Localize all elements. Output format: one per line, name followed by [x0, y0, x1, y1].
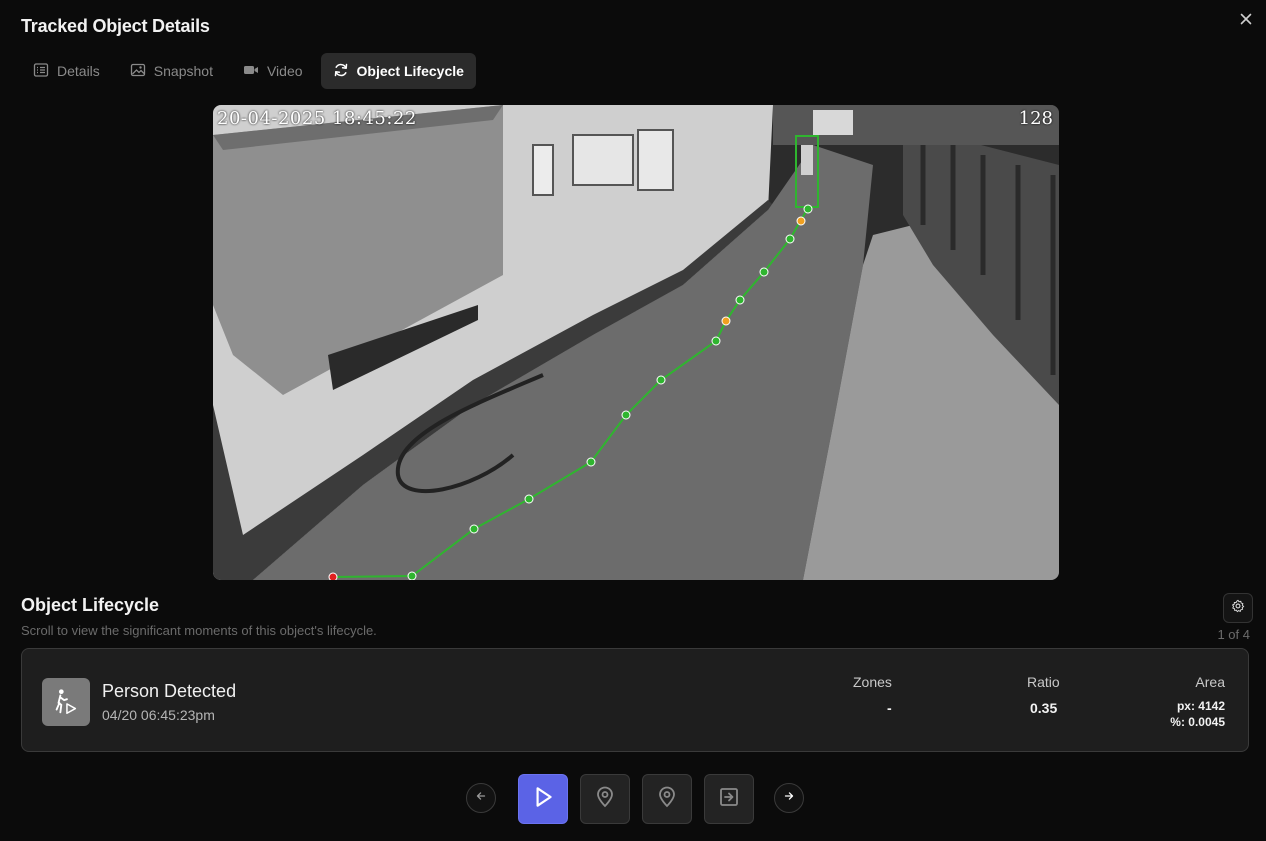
previous-button[interactable]: [466, 783, 496, 813]
tab-snapshot[interactable]: Snapshot: [118, 53, 225, 89]
ratio-value: 0.35: [1030, 700, 1058, 716]
play-icon: [530, 784, 556, 815]
event-time: 04/20 06:45:23pm: [102, 707, 215, 723]
ratio-label: Ratio: [1027, 674, 1060, 690]
tab-details[interactable]: Details: [21, 53, 112, 89]
area-label: Area: [1195, 674, 1225, 690]
tab-label: Details: [57, 63, 100, 79]
lifecycle-title: Object Lifecycle: [21, 595, 160, 615]
step-exit-button[interactable]: [704, 774, 754, 824]
camera-timestamp: 20-04-2025 18:45:22: [217, 108, 417, 129]
image-icon: [130, 62, 146, 81]
dialog-title: Tracked Object Details: [21, 16, 210, 36]
settings-button[interactable]: [1223, 593, 1253, 623]
list-icon: [33, 62, 49, 81]
step-play-button[interactable]: [518, 774, 568, 824]
camera-scene: [213, 105, 1059, 580]
map-pin-icon: [593, 785, 617, 814]
lifecycle-pager: 1 of 4: [1217, 627, 1250, 642]
exit-icon: [717, 785, 741, 814]
lifecycle-navigation: [465, 774, 805, 824]
area-px: px: 4142: [1176, 699, 1225, 713]
step-location-button[interactable]: [642, 774, 692, 824]
zones-label: Zones: [853, 674, 892, 690]
close-icon[interactable]: [1238, 11, 1254, 27]
step-location-button[interactable]: [580, 774, 630, 824]
gear-icon: [1231, 599, 1245, 618]
area-percent: %: 0.0045: [1170, 715, 1225, 729]
tab-label: Video: [266, 63, 303, 79]
lifecycle-subtitle: Scroll to view the significant moments o…: [21, 623, 377, 638]
arrow-right-icon: [782, 789, 796, 808]
lifecycle-event-card: Person Detected 04/20 06:45:23pm Zones -…: [21, 648, 1249, 752]
zones-value: -: [887, 700, 892, 716]
event-title: Person Detected: [102, 681, 237, 701]
refresh-icon: [333, 62, 349, 81]
person-walking-icon: [42, 678, 90, 726]
camera-channel: 128: [1018, 108, 1053, 129]
arrow-left-icon: [474, 789, 488, 808]
tab-bar: Details Snapshot Video Object Lifecycle: [21, 53, 476, 89]
tab-object-lifecycle[interactable]: Object Lifecycle: [320, 53, 476, 89]
tab-label: Object Lifecycle: [356, 63, 464, 79]
tab-video[interactable]: Video: [231, 53, 315, 89]
camera-frame: 20-04-2025 18:45:22 128: [213, 105, 1059, 580]
map-pin-icon: [655, 785, 679, 814]
tab-label: Snapshot: [153, 63, 213, 79]
next-button[interactable]: [774, 783, 804, 813]
video-icon: [243, 62, 259, 81]
